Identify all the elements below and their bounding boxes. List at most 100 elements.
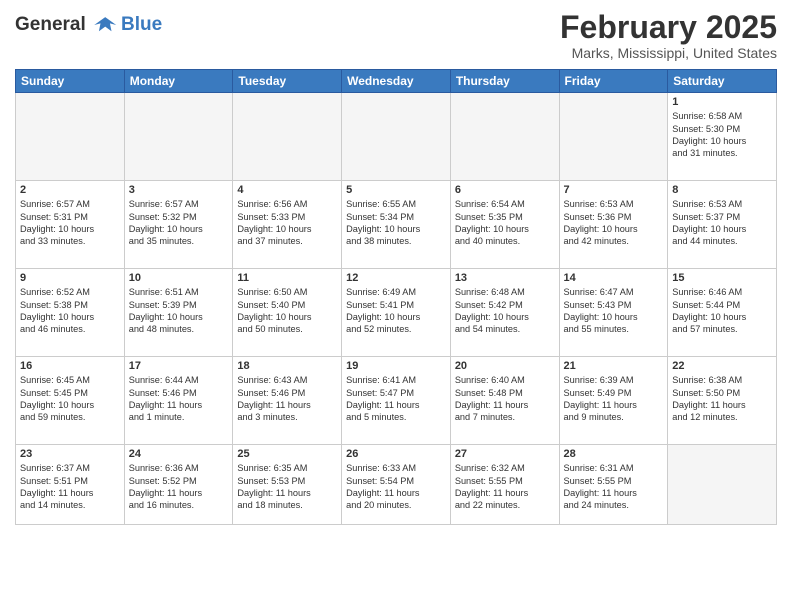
col-tuesday: Tuesday — [233, 70, 342, 93]
day-info: Sunrise: 6:56 AMSunset: 5:33 PMDaylight:… — [237, 198, 337, 248]
day-cell: 19 Sunrise: 6:41 AMSunset: 5:47 PMDayligh… — [342, 357, 451, 445]
day-number: 4 — [237, 184, 337, 196]
day-cell: 11 Sunrise: 6:50 AMSunset: 5:40 PMDayligh… — [233, 269, 342, 357]
day-number: 17 — [129, 360, 229, 372]
day-number: 27 — [455, 448, 555, 460]
day-info: Sunrise: 6:52 AMSunset: 5:38 PMDaylight:… — [20, 286, 120, 336]
week-row-2: 2 Sunrise: 6:57 AMSunset: 5:31 PMDaylight… — [16, 181, 777, 269]
day-info: Sunrise: 6:44 AMSunset: 5:46 PMDaylight:… — [129, 374, 229, 424]
day-number: 28 — [564, 448, 664, 460]
day-number: 19 — [346, 360, 446, 372]
day-cell: 28 Sunrise: 6:31 AMSunset: 5:55 PMDayligh… — [559, 445, 668, 525]
week-row-5: 23 Sunrise: 6:37 AMSunset: 5:51 PMDayligh… — [16, 445, 777, 525]
day-cell: 15 Sunrise: 6:46 AMSunset: 5:44 PMDayligh… — [668, 269, 777, 357]
day-number: 18 — [237, 360, 337, 372]
logo-general: General — [15, 14, 86, 35]
day-cell — [342, 93, 451, 181]
day-number: 10 — [129, 272, 229, 284]
day-info: Sunrise: 6:51 AMSunset: 5:39 PMDaylight:… — [129, 286, 229, 336]
day-number: 14 — [564, 272, 664, 284]
col-monday: Monday — [124, 70, 233, 93]
day-cell: 21 Sunrise: 6:39 AMSunset: 5:49 PMDayligh… — [559, 357, 668, 445]
day-cell: 2 Sunrise: 6:57 AMSunset: 5:31 PMDaylight… — [16, 181, 125, 269]
col-friday: Friday — [559, 70, 668, 93]
calendar-header-row: Sunday Monday Tuesday Wednesday Thursday… — [16, 70, 777, 93]
day-info: Sunrise: 6:48 AMSunset: 5:42 PMDaylight:… — [455, 286, 555, 336]
day-cell — [450, 93, 559, 181]
day-number: 11 — [237, 272, 337, 284]
logo-bird-icon — [93, 14, 119, 36]
day-number: 6 — [455, 184, 555, 196]
day-cell: 4 Sunrise: 6:56 AMSunset: 5:33 PMDaylight… — [233, 181, 342, 269]
day-info: Sunrise: 6:33 AMSunset: 5:54 PMDaylight:… — [346, 462, 446, 512]
day-info: Sunrise: 6:55 AMSunset: 5:34 PMDaylight:… — [346, 198, 446, 248]
day-cell — [559, 93, 668, 181]
col-thursday: Thursday — [450, 70, 559, 93]
day-info: Sunrise: 6:45 AMSunset: 5:45 PMDaylight:… — [20, 374, 120, 424]
day-cell: 14Sunrise: 6:47 AMSunset: 5:43 PMDayligh… — [559, 269, 668, 357]
day-number: 20 — [455, 360, 555, 372]
day-number: 3 — [129, 184, 229, 196]
day-cell: 26 Sunrise: 6:33 AMSunset: 5:54 PMDayligh… — [342, 445, 451, 525]
day-number: 8 — [672, 184, 772, 196]
title-block: February 2025 Marks, Mississippi, United… — [560, 10, 777, 61]
day-info: Sunrise: 6:37 AMSunset: 5:51 PMDaylight:… — [20, 462, 120, 512]
day-cell: 24 Sunrise: 6:36 AMSunset: 5:52 PMDayligh… — [124, 445, 233, 525]
week-row-1: 1 Sunrise: 6:58 AMSunset: 5:30 PMDaylight… — [16, 93, 777, 181]
day-number: 23 — [20, 448, 120, 460]
col-wednesday: Wednesday — [342, 70, 451, 93]
day-info: Sunrise: 6:57 AMSunset: 5:31 PMDaylight:… — [20, 198, 120, 248]
header: General Blue February 2025 Marks, Missis… — [15, 10, 777, 61]
day-cell: 8 Sunrise: 6:53 AMSunset: 5:37 PMDaylight… — [668, 181, 777, 269]
day-info: Sunrise: 6:41 AMSunset: 5:47 PMDaylight:… — [346, 374, 446, 424]
day-info: Sunrise: 6:53 AMSunset: 5:37 PMDaylight:… — [672, 198, 772, 248]
day-info: Sunrise: 6:31 AMSunset: 5:55 PMDaylight:… — [564, 462, 664, 512]
month-title: February 2025 — [560, 10, 777, 45]
day-number: 9 — [20, 272, 120, 284]
day-cell — [233, 93, 342, 181]
day-cell: 12Sunrise: 6:49 AMSunset: 5:41 PMDayligh… — [342, 269, 451, 357]
day-cell — [16, 93, 125, 181]
day-info: Sunrise: 6:50 AMSunset: 5:40 PMDaylight:… — [237, 286, 337, 336]
day-info: Sunrise: 6:57 AMSunset: 5:32 PMDaylight:… — [129, 198, 229, 248]
page: General Blue February 2025 Marks, Missis… — [0, 0, 792, 612]
logo-blue: Blue — [121, 14, 162, 36]
day-cell: 23 Sunrise: 6:37 AMSunset: 5:51 PMDayligh… — [16, 445, 125, 525]
day-number: 24 — [129, 448, 229, 460]
col-sunday: Sunday — [16, 70, 125, 93]
day-info: Sunrise: 6:32 AMSunset: 5:55 PMDaylight:… — [455, 462, 555, 512]
day-cell: 7 Sunrise: 6:53 AMSunset: 5:36 PMDaylight… — [559, 181, 668, 269]
day-number: 25 — [237, 448, 337, 460]
week-row-3: 9 Sunrise: 6:52 AMSunset: 5:38 PMDaylight… — [16, 269, 777, 357]
day-info: Sunrise: 6:46 AMSunset: 5:44 PMDaylight:… — [672, 286, 772, 336]
day-info: Sunrise: 6:58 AMSunset: 5:30 PMDaylight:… — [672, 110, 772, 160]
day-info: Sunrise: 6:39 AMSunset: 5:49 PMDaylight:… — [564, 374, 664, 424]
day-number: 2 — [20, 184, 120, 196]
day-info: Sunrise: 6:53 AMSunset: 5:36 PMDaylight:… — [564, 198, 664, 248]
day-number: 15 — [672, 272, 772, 284]
day-number: 16 — [20, 360, 120, 372]
day-cell: 25 Sunrise: 6:35 AMSunset: 5:53 PMDayligh… — [233, 445, 342, 525]
day-number: 1 — [672, 96, 772, 108]
day-cell — [124, 93, 233, 181]
day-cell: 27 Sunrise: 6:32 AMSunset: 5:55 PMDayligh… — [450, 445, 559, 525]
day-number: 21 — [564, 360, 664, 372]
day-cell: 9 Sunrise: 6:52 AMSunset: 5:38 PMDaylight… — [16, 269, 125, 357]
day-info: Sunrise: 6:36 AMSunset: 5:52 PMDaylight:… — [129, 462, 229, 512]
col-saturday: Saturday — [668, 70, 777, 93]
day-cell: 1 Sunrise: 6:58 AMSunset: 5:30 PMDaylight… — [668, 93, 777, 181]
logo: General Blue — [15, 14, 162, 36]
day-info: Sunrise: 6:54 AMSunset: 5:35 PMDaylight:… — [455, 198, 555, 248]
day-number: 26 — [346, 448, 446, 460]
day-info: Sunrise: 6:35 AMSunset: 5:53 PMDaylight:… — [237, 462, 337, 512]
day-cell: 3 Sunrise: 6:57 AMSunset: 5:32 PMDaylight… — [124, 181, 233, 269]
day-cell: 22Sunrise: 6:38 AMSunset: 5:50 PMDayligh… — [668, 357, 777, 445]
day-cell: 20Sunrise: 6:40 AMSunset: 5:48 PMDayligh… — [450, 357, 559, 445]
day-cell: 16 Sunrise: 6:45 AMSunset: 5:45 PMDayligh… — [16, 357, 125, 445]
week-row-4: 16 Sunrise: 6:45 AMSunset: 5:45 PMDayligh… — [16, 357, 777, 445]
day-number: 7 — [564, 184, 664, 196]
day-number: 12 — [346, 272, 446, 284]
day-info: Sunrise: 6:43 AMSunset: 5:46 PMDaylight:… — [237, 374, 337, 424]
day-cell: 6 Sunrise: 6:54 AMSunset: 5:35 PMDaylight… — [450, 181, 559, 269]
day-cell: 18 Sunrise: 6:43 AMSunset: 5:46 PMDayligh… — [233, 357, 342, 445]
